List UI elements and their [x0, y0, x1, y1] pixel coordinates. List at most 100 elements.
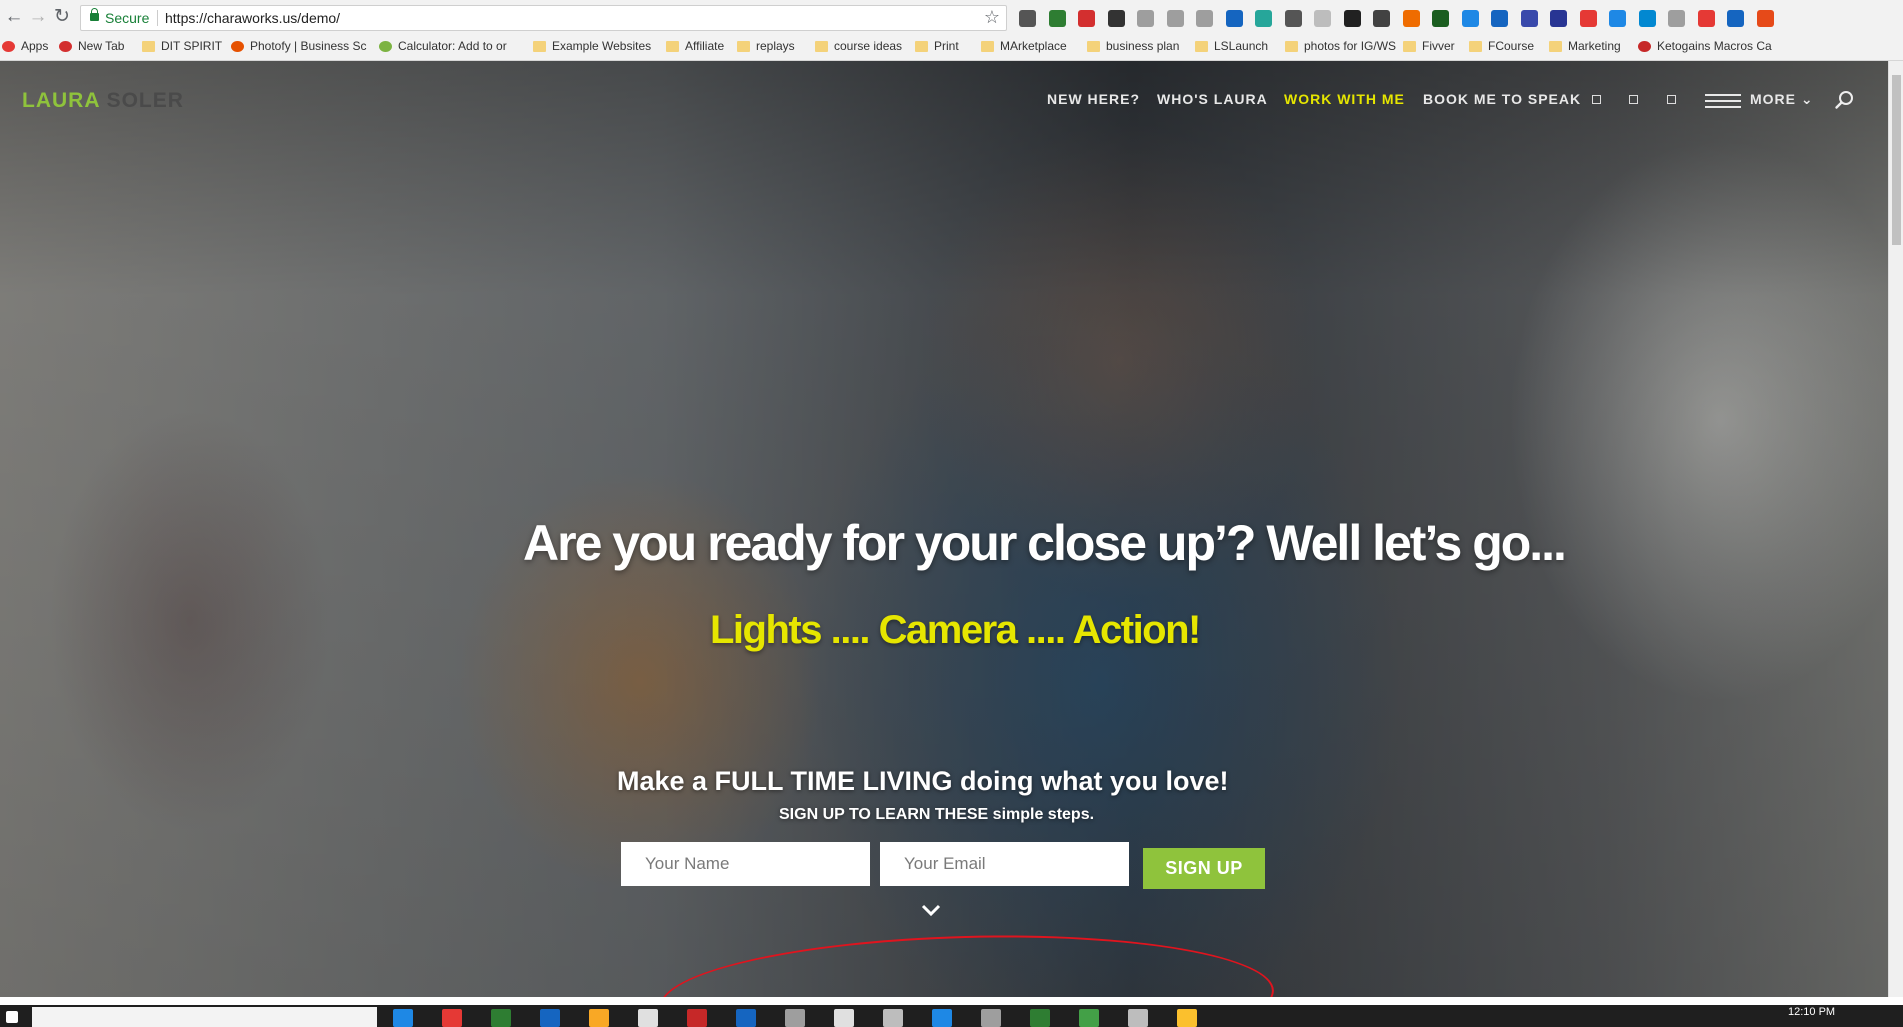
extension-icon[interactable] [1373, 10, 1390, 27]
reload-icon[interactable]: ↻ [50, 5, 74, 29]
bookmark-label: MArketplace [1000, 39, 1067, 53]
bookmark-item[interactable]: DIT SPIRIT [142, 37, 222, 55]
bookmark-label: Print [934, 39, 959, 53]
scrollbar-thumb[interactable] [1892, 75, 1901, 245]
bookmark-item[interactable]: Fivver [1403, 37, 1455, 55]
taskbar-app-icon[interactable] [589, 1009, 609, 1027]
extension-icon[interactable] [1078, 10, 1095, 27]
bookmark-item[interactable]: Photofy | Business Sc [231, 37, 367, 55]
folder-icon [1285, 40, 1298, 52]
extension-icon[interactable] [1432, 10, 1449, 27]
extension-icon[interactable] [1638, 10, 1656, 27]
taskbar-app-icon[interactable] [1128, 1009, 1148, 1027]
folder-icon [533, 40, 546, 52]
bookmark-item[interactable]: Marketing [1549, 37, 1621, 55]
taskbar-search-box[interactable] [32, 1007, 377, 1027]
email-field[interactable] [880, 842, 1129, 886]
extension-icon[interactable] [1255, 10, 1272, 27]
bookmark-item[interactable]: FCourse [1469, 37, 1534, 55]
extension-icon[interactable] [1609, 10, 1626, 27]
bookmark-item[interactable]: photos for IG/WS [1285, 37, 1396, 55]
taskbar-app-icon[interactable] [491, 1009, 511, 1027]
nav-whos-laura[interactable]: WHO'S LAURA [1157, 91, 1268, 107]
hero-section: LAURA SOLER NEW HERE? WHO'S LAURA WORK W… [0, 61, 1888, 997]
extension-icon[interactable] [1550, 10, 1567, 27]
bookmark-item[interactable]: Affiliate [666, 37, 724, 55]
bookmark-item[interactable]: LSLaunch [1195, 37, 1268, 55]
social-icon[interactable] [1667, 95, 1676, 104]
sign-up-button[interactable]: SIGN UP [1143, 848, 1265, 889]
hamburger-menu-icon[interactable] [1705, 94, 1741, 108]
extension-icon[interactable] [1196, 10, 1213, 27]
back-icon[interactable]: ← [2, 5, 26, 29]
hero-sub-tagline: SIGN UP TO LEARN THESE simple steps. [779, 806, 1095, 823]
extension-icon[interactable] [1284, 10, 1302, 27]
bookmark-item[interactable]: Apps [2, 37, 48, 55]
extension-icon[interactable] [1579, 10, 1597, 27]
taskbar-app-icon[interactable] [393, 1009, 413, 1027]
lock-icon [90, 8, 99, 21]
bookmark-item[interactable]: replays [737, 37, 795, 55]
nav-more[interactable]: MORE ⌄ [1750, 91, 1814, 108]
taskbar-clock: 12:10 PM [1788, 1006, 1836, 1018]
bookmark-item[interactable]: course ideas [815, 37, 902, 55]
folder-icon [981, 40, 994, 52]
bookmark-item[interactable]: Example Websites [533, 37, 651, 55]
windows-start-icon[interactable] [6, 1011, 18, 1023]
taskbar-app-icon[interactable] [883, 1009, 903, 1027]
bookmark-item[interactable]: business plan [1087, 37, 1179, 55]
scroll-down-chevron-icon[interactable] [918, 901, 944, 919]
taskbar-app-icon[interactable] [834, 1009, 854, 1027]
extension-icon[interactable] [1137, 10, 1154, 27]
taskbar-app-icon[interactable] [638, 1009, 658, 1027]
bookmark-item[interactable]: New Tab [59, 37, 124, 55]
url-text[interactable]: https://charaworks.us/demo/ [165, 10, 340, 26]
bookmark-item[interactable]: Calculator: Add to or [379, 37, 507, 55]
name-field[interactable] [621, 842, 870, 886]
taskbar-app-icon[interactable] [687, 1009, 707, 1027]
extension-icon[interactable] [1756, 10, 1774, 27]
taskbar-app-icon[interactable] [442, 1009, 462, 1027]
taskbar-app-icon[interactable] [1079, 1009, 1099, 1027]
extension-icon[interactable] [1166, 10, 1184, 27]
extension-icon[interactable] [1668, 10, 1685, 27]
bookmark-item[interactable]: MArketplace [981, 37, 1067, 55]
extension-icon[interactable] [1727, 10, 1744, 27]
extension-icon[interactable] [1697, 10, 1715, 27]
folder-icon [1403, 40, 1416, 52]
bookmark-star-icon[interactable]: ☆ [984, 7, 1000, 28]
nav-work-with-me[interactable]: WORK WITH ME [1284, 91, 1405, 107]
bookmark-label: Example Websites [552, 39, 652, 53]
extension-icon[interactable] [1019, 10, 1036, 27]
taskbar-app-icon[interactable] [1030, 1009, 1050, 1027]
taskbar-app-icon[interactable] [785, 1009, 805, 1027]
taskbar-app-icon[interactable] [1177, 1009, 1197, 1027]
top-navigation: NEW HERE? WHO'S LAURA WORK WITH ME BOOK … [0, 91, 1888, 113]
taskbar-app-icon[interactable] [736, 1009, 756, 1027]
extension-icon[interactable] [1520, 10, 1538, 27]
search-icon[interactable] [1834, 89, 1856, 111]
extension-icon[interactable] [1402, 10, 1420, 27]
address-bar[interactable]: Secure https://charaworks.us/demo/ ☆ [80, 5, 1007, 31]
bookmark-label: New Tab [78, 39, 125, 53]
taskbar-app-icon[interactable] [932, 1009, 952, 1027]
taskbar-app-icon[interactable] [981, 1009, 1001, 1027]
bookmark-item[interactable]: Print [915, 37, 959, 55]
extension-icon[interactable] [1107, 10, 1125, 27]
page-scrollbar[interactable] [1888, 61, 1903, 997]
extension-icon[interactable] [1491, 10, 1508, 27]
social-icon[interactable] [1629, 95, 1638, 104]
folder-icon [1469, 40, 1482, 52]
bookmark-label: Marketing [1568, 39, 1621, 53]
taskbar-app-icon[interactable] [540, 1009, 560, 1027]
social-icon[interactable] [1592, 95, 1601, 104]
extension-icon[interactable] [1461, 10, 1479, 27]
extension-icon[interactable] [1048, 10, 1066, 27]
bookmark-item[interactable]: Ketogains Macros Ca [1638, 37, 1772, 55]
nav-book-me-to-speak[interactable]: BOOK ME TO SPEAK [1423, 91, 1581, 107]
extension-icon[interactable] [1314, 10, 1331, 27]
extension-icon[interactable] [1225, 10, 1243, 27]
extension-icon[interactable] [1343, 10, 1361, 27]
nav-new-here[interactable]: NEW HERE? [1047, 91, 1140, 107]
forward-icon[interactable]: → [26, 5, 50, 29]
